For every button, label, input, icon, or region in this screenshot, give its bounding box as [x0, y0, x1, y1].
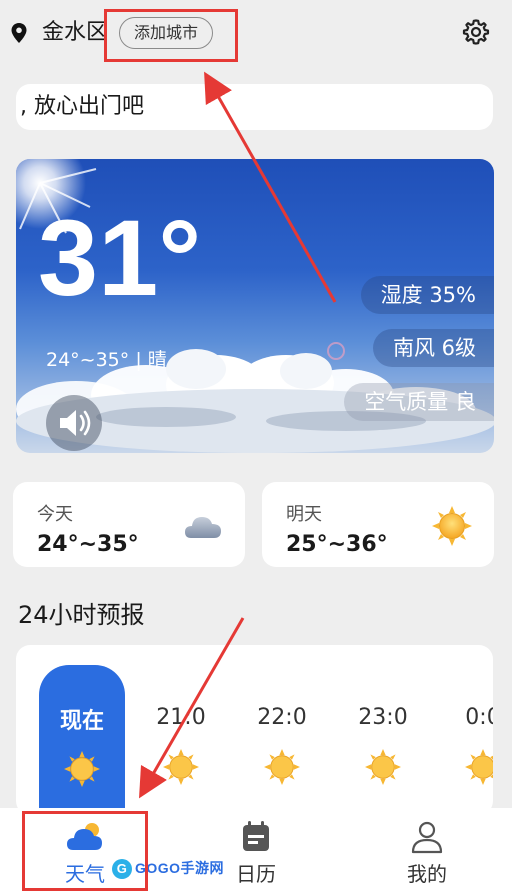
hourly-section-title: 24小时预报 — [18, 601, 145, 629]
hour-time: 0:0 — [465, 705, 493, 730]
current-weather-card: 31° 24°~35° | 晴 湿度 35% 南风 6级 空气质量 良 — [16, 159, 494, 453]
sunny-icon — [64, 751, 100, 787]
city-name[interactable]: 金水区 — [42, 18, 108, 48]
sunny-icon — [465, 749, 493, 785]
day-label: 今天 — [37, 504, 73, 525]
tomorrow-forecast-card[interactable]: 明天 25°~36° — [262, 482, 494, 567]
weather-tip: , 放心出门吧 — [16, 84, 493, 130]
hourly-forecast-strip[interactable]: 现在 21:0 22:0 23:0 0:0 — [16, 645, 493, 815]
hour-time: 现在 — [59, 709, 104, 734]
tab-profile[interactable]: 我的 — [342, 808, 512, 894]
top-bar: 金水区 添加城市 — [0, 0, 512, 64]
hourly-item[interactable]: 23:0 — [340, 645, 426, 815]
annotation-box-weather-tab — [22, 811, 148, 891]
sunny-icon — [432, 506, 472, 546]
cloudy-icon — [185, 517, 221, 538]
annotation-box-add-city — [104, 9, 238, 62]
air-quality-pill[interactable]: 空气质量 良 — [344, 383, 494, 421]
day-label: 明天 — [286, 504, 322, 525]
day-range: 25°~36° — [286, 532, 388, 557]
humidity-pill: 湿度 35% — [360, 276, 494, 314]
wind-pill: 南风 6级 — [372, 329, 494, 367]
user-icon — [411, 821, 443, 854]
location-pin-icon — [11, 23, 27, 43]
tab-label: 我的 — [407, 862, 447, 886]
sunny-icon — [365, 749, 401, 785]
hourly-item[interactable]: 21:0 — [138, 645, 224, 815]
sunny-icon — [264, 749, 300, 785]
today-forecast-card[interactable]: 今天 24°~35° — [13, 482, 245, 567]
voice-broadcast-button[interactable] — [46, 395, 102, 451]
hourly-item-now[interactable]: 现在 — [39, 665, 125, 815]
hour-time: 22:0 — [257, 705, 307, 730]
speaker-icon — [60, 410, 91, 436]
calendar-icon — [243, 821, 269, 851]
day-range: 24°~35° — [37, 532, 139, 557]
hourly-item[interactable]: 22:0 — [239, 645, 325, 815]
watermark-text: GOGO手游网 — [135, 860, 225, 876]
sunny-icon — [163, 749, 199, 785]
tab-calendar[interactable]: 日历 — [171, 808, 341, 894]
hour-time: 21:0 — [156, 705, 206, 730]
settings-gear-icon[interactable] — [462, 18, 490, 46]
hourly-item[interactable]: 0:0 — [440, 645, 493, 815]
hour-time: 23:0 — [358, 705, 408, 730]
current-temperature: 31° — [38, 197, 202, 318]
today-range-condition: 24°~35° | 晴 — [46, 349, 167, 371]
